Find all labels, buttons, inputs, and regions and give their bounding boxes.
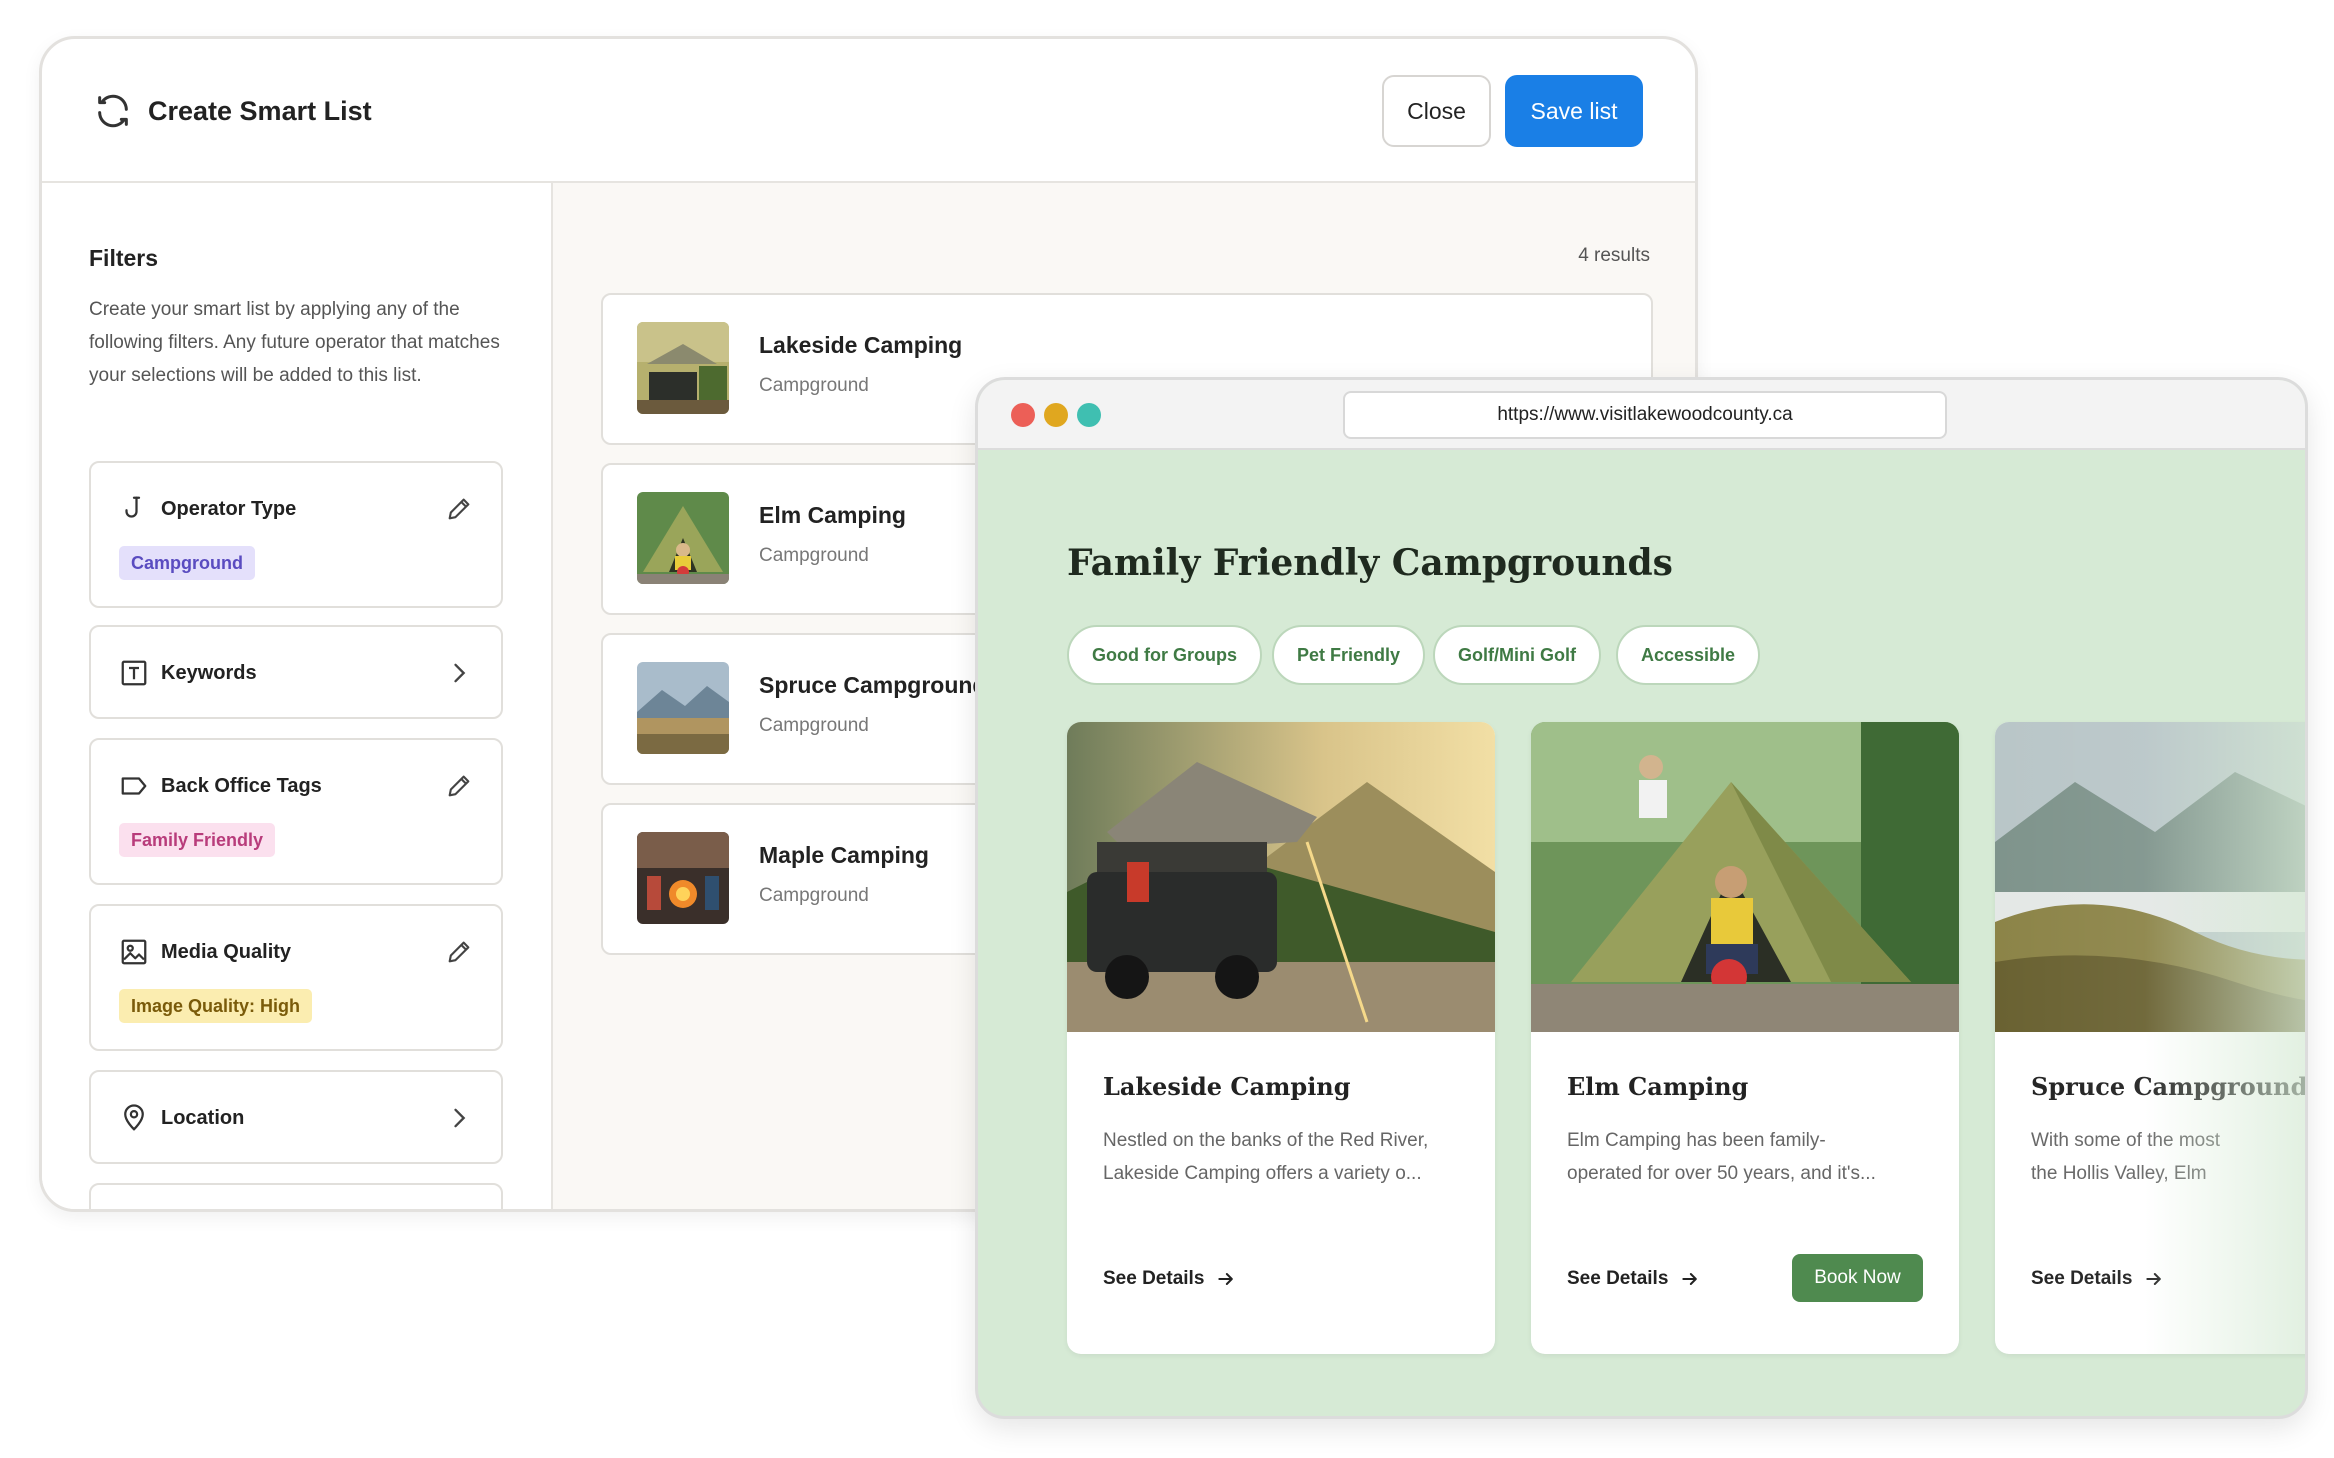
chip-golf-mini-golf[interactable]: Golf/Mini Golf [1433,625,1601,685]
arrow-right-icon [1682,1273,1698,1285]
filter-label: Back Office Tags [161,775,322,797]
filters-description: Create your smart list by applying any o… [89,299,500,386]
pencil-icon[interactable] [445,772,473,800]
card-description: Nestled on the banks of the Red River, L… [1103,1130,1429,1184]
filters-sidebar: Filters Create your smart list by applyi… [42,183,553,1209]
card-title: Elm Camping [1567,1072,1749,1101]
arrow-right-icon [2146,1273,2162,1285]
hook-icon [125,496,141,518]
campground-card-elm[interactable]: Elm Camping Elm Camping has been family-… [1531,722,1959,1354]
filter-label: Keywords [161,662,257,684]
filter-label: Location [161,1107,245,1129]
result-name: Elm Camping [759,502,906,528]
refresh-icon [98,94,128,128]
window-minimize-dot[interactable] [1044,403,1068,427]
filters-heading: Filters [89,245,159,271]
filter-back-office-tags[interactable]: Back Office Tags Family Friendly [89,738,503,885]
chip-accessible[interactable]: Accessible [1616,625,1761,685]
close-button[interactable]: Close [1382,75,1491,147]
result-type: Campground [759,885,869,906]
campground-card-lakeside[interactable]: Lakeside Camping Nestled on the banks of… [1067,722,1495,1354]
save-list-button[interactable]: Save list [1505,75,1643,147]
filter-location[interactable]: Location [89,1070,503,1164]
media-quality-tag: Image Quality: High [119,989,313,1023]
filter-keywords[interactable]: Keywords [89,625,503,719]
results-count: 4 results [1578,245,1650,266]
result-type: Campground [759,375,869,396]
result-name: Lakeside Camping [759,332,963,358]
campground-photo [1067,722,1495,1032]
result-name: Spruce Campground [759,672,987,698]
chevron-right-icon[interactable] [445,659,473,687]
filter-card-partial[interactable] [89,1183,503,1209]
back-office-tag: Family Friendly [119,823,276,857]
card-title: Spruce Campground [2031,1072,2308,1101]
campsite-thumbnail [637,832,729,924]
image-icon [121,939,147,965]
campsite-thumbnail [637,662,729,754]
chip-good-for-groups[interactable]: Good for Groups [1067,625,1262,685]
text-box-icon [121,660,147,686]
browser-chrome: https://www.visitlakewoodcounty.ca [978,380,2305,450]
filter-label: Media Quality [161,941,292,963]
url-bar[interactable]: https://www.visitlakewoodcounty.ca [1343,391,1947,439]
campsite-thumbnail [637,492,729,584]
map-pin-icon [124,1104,144,1131]
see-details-link[interactable]: See Details [1567,1268,1700,1290]
pencil-icon[interactable] [445,495,473,523]
result-type: Campground [759,545,869,566]
tag-icon [121,777,147,795]
arrow-right-icon [1218,1273,1234,1285]
campsite-thumbnail [637,322,729,414]
smart-list-header: Create Smart List Close Save list [42,39,1695,183]
campground-photo [1531,722,1959,1032]
result-name: Maple Camping [759,842,929,868]
site-heading: Family Friendly Campgrounds [1067,542,1673,584]
filter-media-quality[interactable]: Media Quality Image Quality: High [89,904,503,1051]
chevron-right-icon[interactable] [445,1104,473,1132]
filter-operator-type[interactable]: Operator Type Campground [89,461,503,608]
book-now-button[interactable]: Book Now [1792,1254,1923,1302]
card-description: Elm Camping has been family- operated fo… [1567,1130,1876,1184]
chip-pet-friendly[interactable]: Pet Friendly [1272,625,1426,685]
filter-label: Operator Type [161,498,297,520]
result-type: Campground [759,715,869,736]
see-details-link[interactable]: See Details [1103,1268,1236,1290]
card-title: Lakeside Camping [1103,1072,1351,1101]
page-title: Create Smart List [148,96,372,126]
campground-photo [1995,722,2305,1032]
card-description: With some of the most the Hollis Valley,… [2031,1130,2221,1184]
see-details-link[interactable]: See Details [2031,1268,2164,1290]
window-maximize-dot[interactable] [1077,403,1101,427]
campground-card-spruce[interactable]: Spruce Campground With some of the most … [1995,722,2308,1354]
operator-type-tag: Campground [119,546,255,580]
pencil-icon[interactable] [445,938,473,966]
window-close-dot[interactable] [1011,403,1035,427]
website-preview-window: https://www.visitlakewoodcounty.ca Famil… [975,377,2308,1419]
